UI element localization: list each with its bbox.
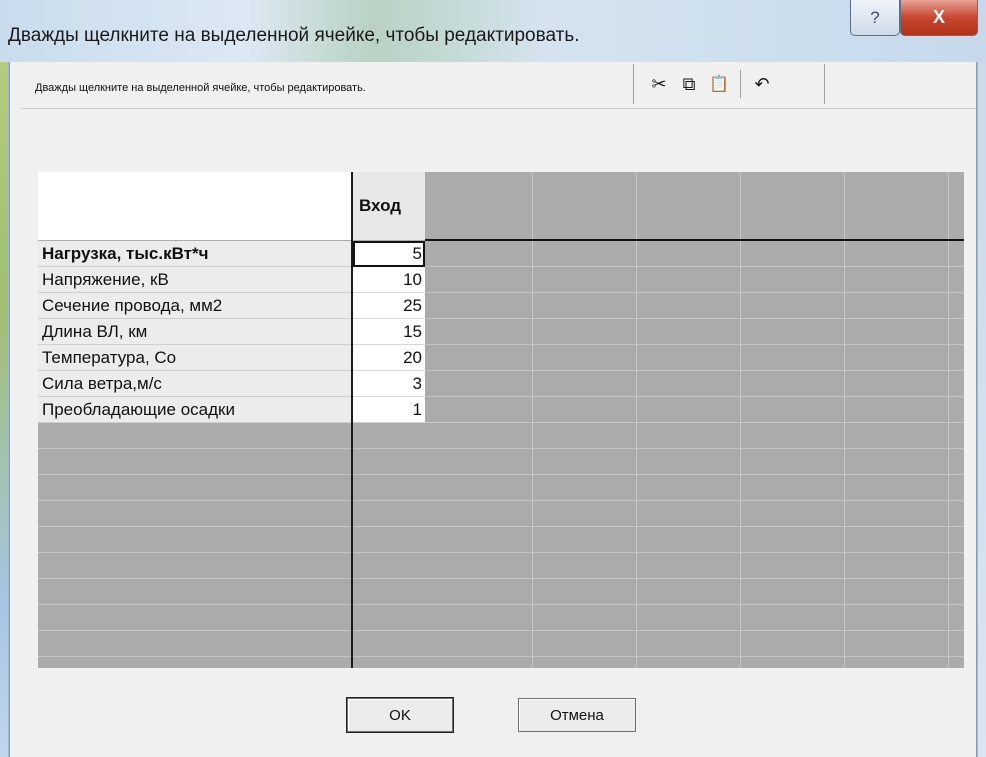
cell-wind-force-value[interactable]: 3 [353,371,425,397]
cell-voltage-value[interactable]: 10 [353,267,425,293]
grid-row-line [38,500,964,501]
header-underline [425,239,964,241]
grid-row-line [38,474,964,475]
row-label-precipitation[interactable]: Преобладающие осадки [38,397,351,423]
grid-column-line [948,172,949,668]
grid-row-line [38,630,964,631]
cell-wire-section-value[interactable]: 25 [353,293,425,319]
data-grid[interactable]: Вход Нагрузка, тыс.кВт*ч 5 Напряжение, к… [38,172,964,668]
dialog-client-area: Дважды щелкните на выделенной ячейке, чт… [9,62,977,757]
window-title: Дважды щелкните на выделенной ячейке, чт… [8,25,580,46]
ok-button[interactable]: OK [346,697,454,733]
grid-row-line [38,604,964,605]
cell-precipitation-value[interactable]: 1 [353,397,425,423]
grid-column-divider [351,172,353,668]
grid-row-line [38,526,964,527]
cancel-button[interactable]: Отмена [518,698,636,732]
column-header-input[interactable]: Вход [351,172,425,240]
scissors-icon: ✂ [651,73,667,94]
edit-dialog: Дважды щелкните на выделенной ячейке, чт… [0,0,986,757]
cell-line-length-value[interactable]: 15 [353,319,425,345]
grid-row-line [38,448,964,449]
hint-bar: Дважды щелкните на выделенной ячейке, чт… [20,64,976,109]
row-label-wind-force[interactable]: Сила ветра,м/с [38,371,351,397]
close-icon: X [932,7,945,27]
close-button[interactable]: X [900,0,978,36]
row-label-load[interactable]: Нагрузка, тыс.кВт*ч [38,241,351,267]
grid-row-line [38,578,964,579]
grid-header-corner [38,172,352,240]
title-bar[interactable]: Дважды щелкните на выделенной ячейке, чт… [0,0,986,62]
copy-icon: ⧉ [682,73,696,94]
grid-column-line [844,172,845,668]
cell-temperature-value[interactable]: 20 [353,345,425,371]
undo-button[interactable]: ↶ [747,69,777,99]
cell-load-value[interactable]: 5 [353,241,425,267]
grid-column-line [636,172,637,668]
paste-button[interactable]: 📋 [704,69,734,99]
grid-row-line [38,656,964,657]
grid-column-line [532,172,533,668]
hint-text: Дважды щелкните на выделенной ячейке, чт… [35,82,366,94]
help-icon: ? [870,7,880,27]
grid-column-line [740,172,741,668]
row-label-temperature[interactable]: Температура, Со [38,345,351,371]
grid-row-line [38,552,964,553]
cut-button[interactable]: ✂ [644,69,674,99]
clipboard-icon: 📋 [709,76,729,93]
toolbar-separator [740,70,741,98]
copy-button[interactable]: ⧉ [674,69,704,99]
help-button[interactable]: ? [850,0,900,36]
row-label-voltage[interactable]: Напряжение, кВ [38,267,351,293]
undo-icon: ↶ [754,73,770,94]
row-label-wire-section[interactable]: Сечение провода, мм2 [38,293,351,319]
edit-toolbar: ✂ ⧉ 📋 ↶ [633,64,825,104]
row-label-line-length[interactable]: Длина ВЛ, км [38,319,351,345]
